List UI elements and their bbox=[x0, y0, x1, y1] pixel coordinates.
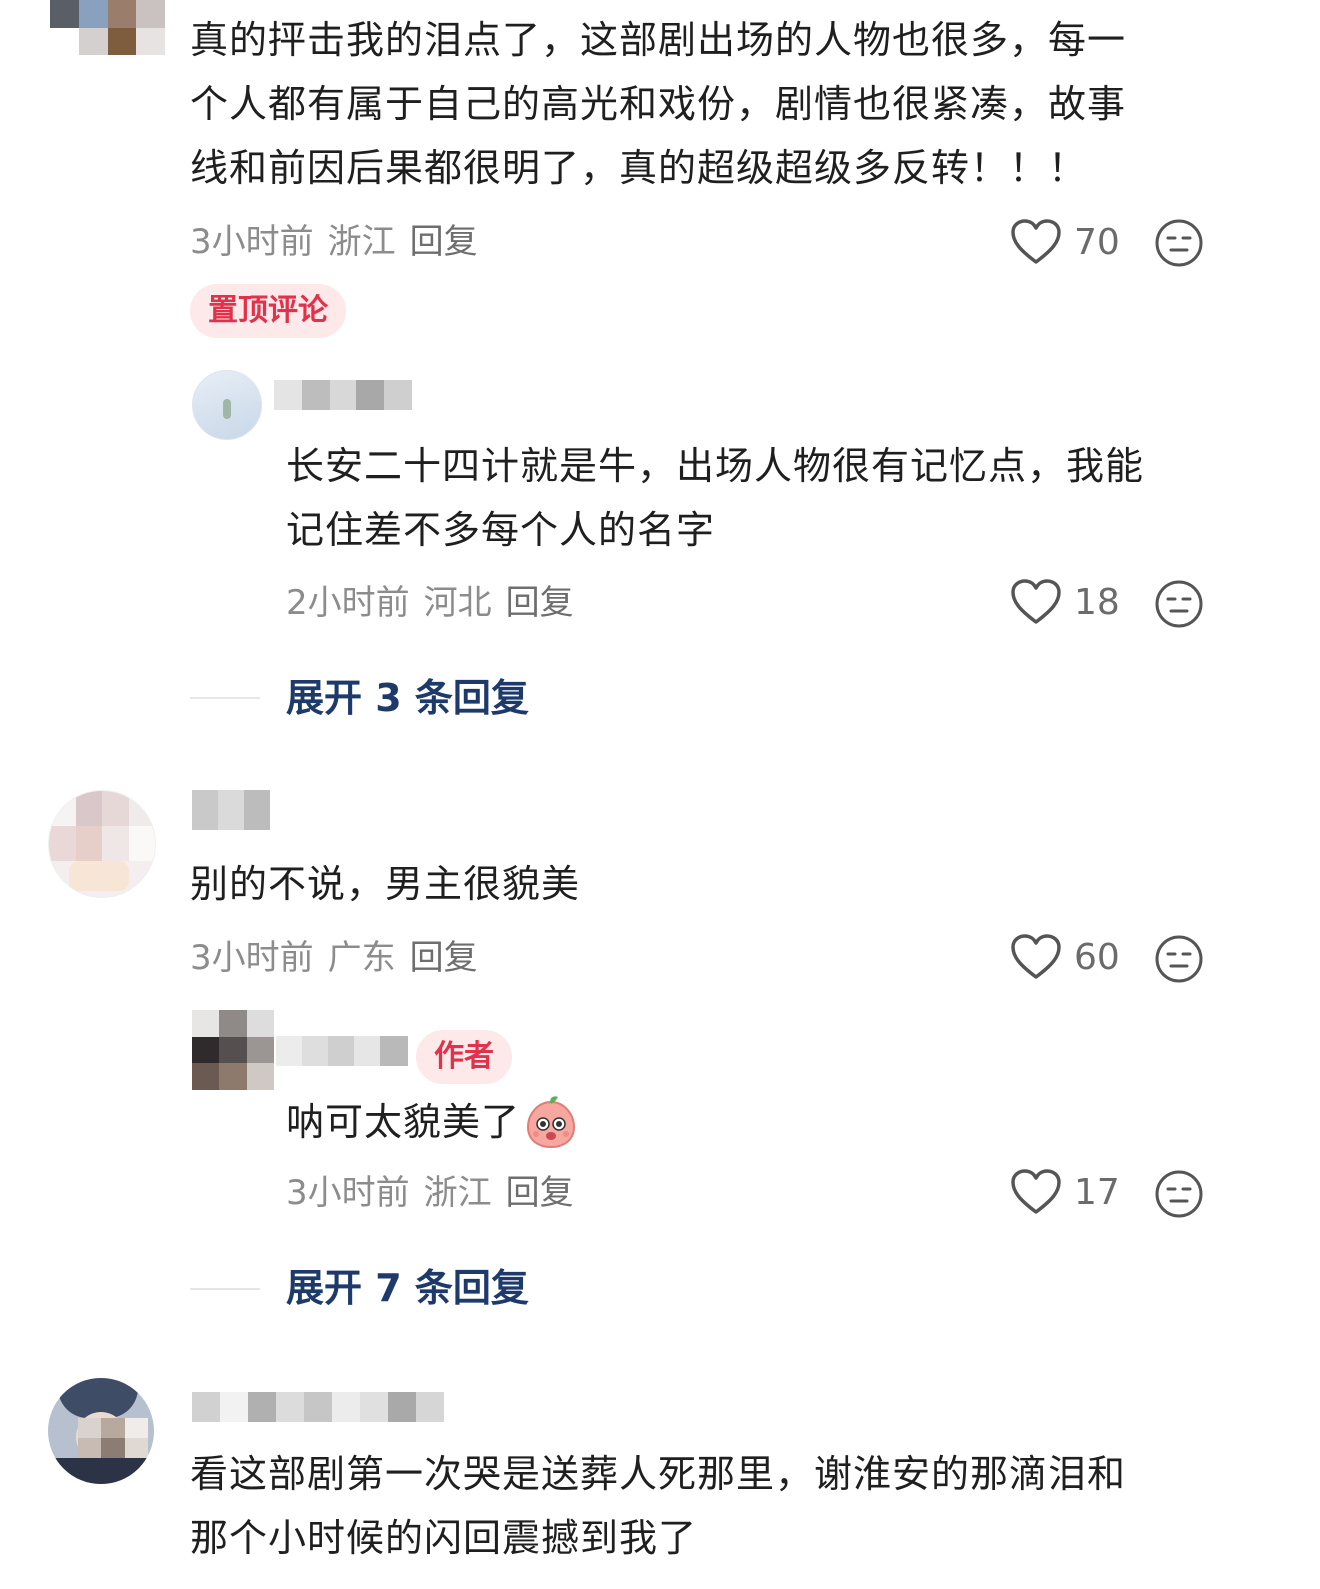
comment-location: 广东 bbox=[327, 938, 396, 978]
reply-time: 3小时前 bbox=[286, 1173, 410, 1213]
comment-location: 浙江 bbox=[327, 222, 396, 262]
heart-outline-icon bbox=[1011, 934, 1061, 979]
like-button[interactable]: 60 bbox=[1010, 933, 1120, 981]
comment-line: 别的不说，男主很貌美 bbox=[190, 862, 581, 906]
username-blurred bbox=[274, 380, 412, 410]
emoji-react-button[interactable] bbox=[1154, 218, 1204, 268]
neutral-face-icon bbox=[1155, 1170, 1203, 1218]
reply-line: 呐可太貌美了 bbox=[286, 1100, 521, 1144]
comment-line: 个人都有属于自己的高光和戏份，剧情也很紧凑，故事 bbox=[190, 82, 1127, 126]
avatar[interactable] bbox=[48, 790, 156, 898]
reply-button[interactable]: 回复 bbox=[506, 583, 574, 623]
heart-outline-icon bbox=[1011, 579, 1061, 624]
like-button[interactable]: 17 bbox=[1010, 1168, 1120, 1216]
like-count: 17 bbox=[1074, 1171, 1120, 1213]
divider-line bbox=[190, 1288, 260, 1290]
comment-line: 看这部剧第一次哭是送葬人死那里，谢淮安的那滴泪和 bbox=[190, 1452, 1127, 1496]
reply-location: 浙江 bbox=[423, 1173, 492, 1213]
like-count: 70 bbox=[1074, 221, 1120, 263]
reply-meta: 3小时前 浙江 回复 bbox=[286, 1173, 588, 1213]
comment-meta: 3小时前 广东 回复 bbox=[190, 938, 492, 978]
reply-time: 2小时前 bbox=[286, 583, 410, 623]
divider-line bbox=[190, 697, 260, 699]
like-button[interactable]: 70 bbox=[1010, 218, 1120, 266]
reply-text: 呐可太貌美了 bbox=[286, 1090, 1226, 1154]
pinned-badge: 置顶评论 bbox=[190, 284, 346, 338]
comment-meta: 3小时前 浙江 回复 bbox=[190, 222, 492, 262]
comment-text: 别的不说，男主很貌美 bbox=[190, 852, 1220, 916]
reply-line: 记住差不多每个人的名字 bbox=[286, 508, 716, 552]
like-count: 18 bbox=[1074, 581, 1120, 623]
heart-outline-icon bbox=[1011, 1169, 1061, 1214]
neutral-face-icon bbox=[1155, 935, 1203, 983]
reply-button[interactable]: 回复 bbox=[410, 222, 478, 262]
comment-text: 真的抨击我的泪点了，这部剧出场的人物也很多，每一 个人都有属于自己的高光和戏份，… bbox=[190, 8, 1220, 200]
neutral-face-icon bbox=[1155, 580, 1203, 628]
emoji-react-button[interactable] bbox=[1154, 1169, 1204, 1219]
comment-text: 看这部剧第一次哭是送葬人死那里，谢淮安的那滴泪和 那个小时候的闪回震撼到我了 bbox=[190, 1442, 1230, 1570]
avatar[interactable] bbox=[50, 0, 165, 55]
neutral-face-icon bbox=[1155, 219, 1203, 267]
username-blurred bbox=[192, 790, 270, 834]
avatar[interactable] bbox=[48, 1378, 154, 1484]
expand-replies-button[interactable]: 展开 7 条回复 bbox=[286, 1266, 529, 1310]
reply-text: 长安二十四计就是牛，出场人物很有记忆点，我能 记住差不多每个人的名字 bbox=[286, 434, 1226, 562]
reply-line: 长安二十四计就是牛，出场人物很有记忆点，我能 bbox=[286, 444, 1145, 488]
username-blurred bbox=[192, 1392, 444, 1422]
author-badge: 作者 bbox=[416, 1030, 512, 1084]
avatar[interactable] bbox=[192, 370, 262, 440]
comment-line: 真的抨击我的泪点了，这部剧出场的人物也很多，每一 bbox=[190, 18, 1127, 62]
reply-meta: 2小时前 河北 回复 bbox=[286, 583, 588, 623]
reply-button[interactable]: 回复 bbox=[506, 1173, 574, 1213]
emoji-react-button[interactable] bbox=[1154, 934, 1204, 984]
comment-time: 3小时前 bbox=[190, 938, 314, 978]
like-count: 60 bbox=[1074, 936, 1120, 978]
comment-line: 线和前因后果都很明了，真的超级超级多反转！！！ bbox=[190, 146, 1088, 190]
reply-location: 河北 bbox=[423, 583, 492, 623]
expand-replies-button[interactable]: 展开 3 条回复 bbox=[286, 676, 529, 720]
comment-time: 3小时前 bbox=[190, 222, 314, 262]
like-button[interactable]: 18 bbox=[1010, 578, 1120, 626]
reply-button[interactable]: 回复 bbox=[410, 938, 478, 978]
peach-emoji-icon bbox=[527, 1096, 576, 1149]
avatar[interactable] bbox=[192, 1010, 274, 1090]
username-blurred bbox=[276, 1036, 408, 1066]
emoji-react-button[interactable] bbox=[1154, 579, 1204, 629]
comment-line: 那个小时候的闪回震撼到我了 bbox=[190, 1516, 698, 1560]
heart-outline-icon bbox=[1011, 219, 1061, 264]
